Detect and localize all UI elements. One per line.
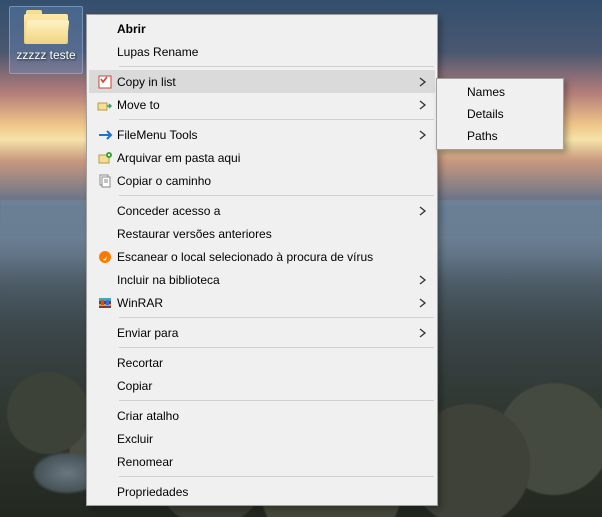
menu-item[interactable]: Conceder acesso a <box>89 199 435 222</box>
menu-item[interactable]: Copiar <box>89 374 435 397</box>
context-submenu[interactable]: Names Details Paths <box>436 78 564 150</box>
menu-item-label: FileMenu Tools <box>117 128 415 142</box>
move-to-icon <box>93 97 117 113</box>
chevron-right-icon <box>419 275 427 285</box>
menu-item-label: Abrir <box>117 22 415 36</box>
menu-separator <box>119 195 434 196</box>
menu-item-label: Restaurar versões anteriores <box>117 227 415 241</box>
menu-item-label: Conceder acesso a <box>117 204 415 218</box>
menu-item[interactable]: WinRAR <box>89 291 435 314</box>
menu-item-label: Escanear o local selecionado à procura d… <box>117 250 415 264</box>
folder-icon <box>24 10 68 44</box>
archive-icon <box>93 150 117 166</box>
menu-item-label: Lupas Rename <box>117 45 415 59</box>
menu-item[interactable]: Enviar para <box>89 321 435 344</box>
menu-item-label: Enviar para <box>117 326 415 340</box>
menu-item[interactable]: Renomear <box>89 450 435 473</box>
menu-item[interactable]: Recortar <box>89 351 435 374</box>
menu-separator <box>119 119 434 120</box>
submenu-item[interactable]: Names <box>439 81 561 103</box>
chevron-right-icon <box>419 298 427 308</box>
menu-item[interactable]: Copiar o caminho <box>89 169 435 192</box>
menu-separator <box>119 347 434 348</box>
menu-item-label: Excluir <box>117 432 415 446</box>
menu-separator <box>119 476 434 477</box>
menu-item-label: Move to <box>117 98 415 112</box>
menu-item-label: Renomear <box>117 455 415 469</box>
menu-separator <box>119 66 434 67</box>
menu-item[interactable]: Arquivar em pasta aqui <box>89 146 435 169</box>
menu-item-label: Propriedades <box>117 485 415 499</box>
menu-item[interactable]: Criar atalho <box>89 404 435 427</box>
chevron-right-icon <box>419 77 427 87</box>
menu-item[interactable]: Abrir <box>89 17 435 40</box>
menu-item[interactable]: Restaurar versões anteriores <box>89 222 435 245</box>
chevron-right-icon <box>419 130 427 140</box>
chevron-right-icon <box>419 328 427 338</box>
menu-item[interactable]: Escanear o local selecionado à procura d… <box>89 245 435 268</box>
menu-item-label: Arquivar em pasta aqui <box>117 151 415 165</box>
menu-item[interactable]: FileMenu Tools <box>89 123 435 146</box>
menu-item-label: Copiar o caminho <box>117 174 415 188</box>
filemenu-icon <box>93 127 117 143</box>
menu-item[interactable]: Move to <box>89 93 435 116</box>
menu-separator <box>119 400 434 401</box>
menu-item[interactable]: Incluir na biblioteca <box>89 268 435 291</box>
submenu-item[interactable]: Paths <box>439 125 561 147</box>
copy-list-icon <box>93 74 117 90</box>
copy-path-icon <box>93 173 117 189</box>
menu-item-label: WinRAR <box>117 296 415 310</box>
submenu-item-label: Paths <box>467 129 541 143</box>
winrar-icon <box>93 295 117 311</box>
chevron-right-icon <box>419 100 427 110</box>
menu-item-label: Criar atalho <box>117 409 415 423</box>
menu-item-label: Copy in list <box>117 75 415 89</box>
menu-separator <box>119 317 434 318</box>
menu-item-label: Incluir na biblioteca <box>117 273 415 287</box>
menu-item[interactable]: Lupas Rename <box>89 40 435 63</box>
submenu-item[interactable]: Details <box>439 103 561 125</box>
chevron-right-icon <box>419 206 427 216</box>
menu-item[interactable]: Excluir <box>89 427 435 450</box>
submenu-item-label: Details <box>467 107 541 121</box>
submenu-item-label: Names <box>467 85 541 99</box>
avast-icon <box>93 249 117 265</box>
context-menu[interactable]: Abrir Lupas Rename Copy in list Move to File… <box>86 14 438 506</box>
menu-item-label: Copiar <box>117 379 415 393</box>
menu-item[interactable]: Propriedades <box>89 480 435 503</box>
menu-item[interactable]: Copy in list <box>89 70 435 93</box>
desktop-folder-icon[interactable]: zzzzz teste <box>14 10 78 62</box>
desktop-icon-label: zzzzz teste <box>14 48 78 62</box>
menu-item-label: Recortar <box>117 356 415 370</box>
